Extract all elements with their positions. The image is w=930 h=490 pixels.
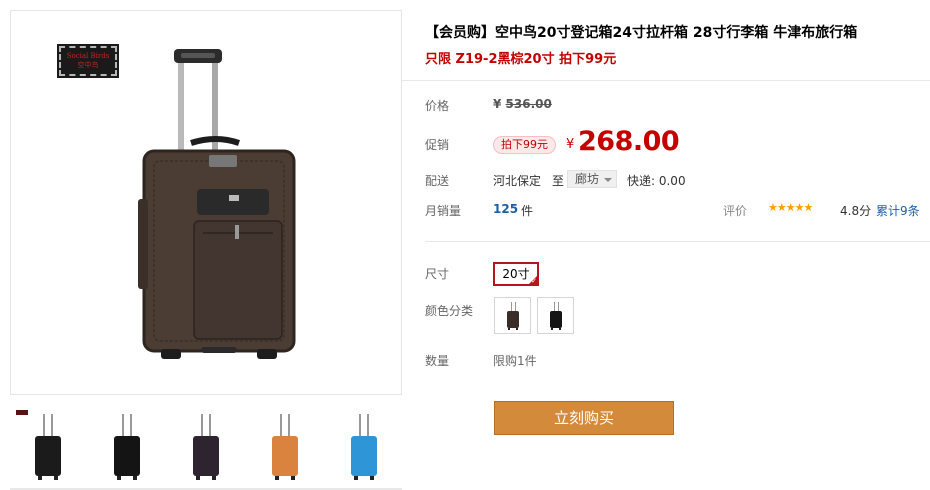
price-label: 价格 bbox=[425, 99, 450, 113]
product-gallery: Social Birds 空中鸟 bbox=[10, 10, 402, 490]
size-option-text: 20寸 bbox=[502, 267, 530, 281]
section-divider bbox=[425, 241, 930, 242]
express-fee: 快递: 0.00 bbox=[627, 174, 686, 188]
promo-label: 促销 bbox=[425, 138, 450, 152]
monthly-sales-count: 125 bbox=[493, 202, 519, 216]
product-info: 【会员购】空中鸟20寸登记箱24寸拉杆箱 28寸行李箱 牛津布旅行箱 只限 Z1… bbox=[401, 10, 930, 490]
product-title: 【会员购】空中鸟20寸登记箱24寸拉杆箱 28寸行李箱 牛津布旅行箱 bbox=[425, 25, 858, 41]
ship-from: 河北保定 bbox=[493, 174, 542, 188]
original-price: ¥ 536.00 bbox=[493, 97, 552, 111]
thumbnail-strip bbox=[10, 406, 402, 490]
suitcase-illustration bbox=[138, 49, 296, 359]
rating-stars-icon: ★★★★★ bbox=[768, 201, 813, 214]
original-price-currency: ¥ bbox=[493, 97, 502, 111]
thumbnail-2[interactable] bbox=[89, 406, 162, 490]
thumbnail-3[interactable] bbox=[168, 406, 241, 490]
color-swatch-suitcase-black bbox=[549, 301, 562, 330]
selected-thumb-marker bbox=[16, 410, 28, 415]
promo-currency: ¥ bbox=[566, 137, 575, 152]
color-swatch-suitcase-brown bbox=[506, 301, 519, 330]
rating-score: 4.8分 bbox=[840, 204, 872, 218]
ship-to-word: 至 bbox=[552, 174, 565, 188]
thumb-suitcase-purple bbox=[192, 414, 219, 480]
price-panel: 价格 ¥ 536.00 促销 拍下99元 ¥ 268.00 配送 河北保定 至 … bbox=[401, 80, 930, 240]
review-count-link[interactable]: 累计9条 bbox=[876, 202, 920, 219]
thumbnail-4[interactable] bbox=[247, 406, 320, 490]
destination-city-value: 廊坊 bbox=[575, 172, 600, 186]
promo-tag: 拍下99元 bbox=[493, 136, 556, 154]
size-label: 尺寸 bbox=[425, 267, 450, 281]
main-product-image: Social Birds 空中鸟 bbox=[10, 10, 402, 395]
quantity-limit-note: 限购1件 bbox=[493, 354, 537, 368]
original-price-value: 536.00 bbox=[505, 97, 552, 111]
delivery-label: 配送 bbox=[425, 174, 450, 188]
color-option-1[interactable] bbox=[494, 297, 531, 334]
product-subtitle: 只限 Z19-2黑棕20寸 拍下99元 bbox=[425, 52, 617, 67]
monthly-sales-unit: 件 bbox=[521, 204, 534, 218]
size-option-20[interactable]: 20寸 ✓ bbox=[493, 262, 539, 286]
promo-price: 268.00 bbox=[578, 126, 680, 157]
color-option-2[interactable] bbox=[537, 297, 574, 334]
review-label: 评价 bbox=[723, 204, 748, 218]
quantity-label: 数量 bbox=[425, 354, 450, 368]
thumb-suitcase-dark bbox=[113, 414, 140, 480]
thumbnail-1[interactable] bbox=[10, 406, 83, 490]
thumbnail-5[interactable] bbox=[326, 406, 399, 490]
color-label: 颜色分类 bbox=[425, 304, 474, 318]
monthly-sales-label: 月销量 bbox=[425, 204, 462, 218]
thumb-suitcase-blue bbox=[350, 414, 377, 480]
destination-city-select[interactable]: 廊坊 bbox=[567, 170, 617, 188]
thumb-suitcase-black bbox=[34, 414, 61, 480]
buy-now-button[interactable]: 立刻购买 bbox=[494, 401, 674, 435]
chevron-down-icon bbox=[604, 178, 612, 182]
check-icon: ✓ bbox=[531, 277, 537, 285]
thumb-suitcase-orange bbox=[271, 414, 298, 480]
